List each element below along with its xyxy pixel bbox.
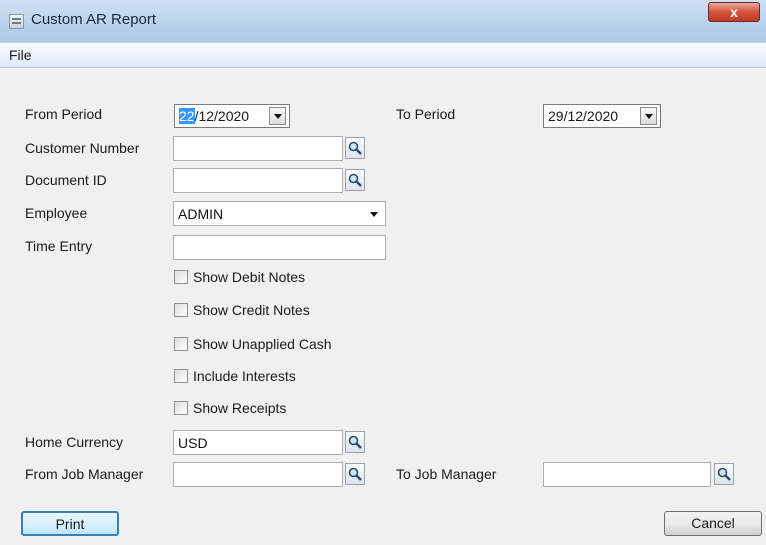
employee-value: ADMIN xyxy=(178,206,224,222)
magnifier-icon xyxy=(348,435,362,449)
employee-select[interactable]: ADMIN xyxy=(173,201,386,226)
to-period-label: To Period xyxy=(396,106,456,122)
close-button[interactable]: x xyxy=(708,2,760,22)
document-lookup-button[interactable] xyxy=(345,169,365,191)
magnifier-icon xyxy=(348,173,362,187)
checkbox-label: Show Receipts xyxy=(193,400,287,416)
from-job-manager-lookup-button[interactable] xyxy=(345,463,365,485)
to-period-value: 29/12/2020 xyxy=(548,108,619,124)
checkbox-box[interactable] xyxy=(174,337,188,351)
checkbox-label: Show Debit Notes xyxy=(193,269,306,285)
checkbox-box[interactable] xyxy=(174,303,188,317)
window-title: Custom AR Report xyxy=(31,11,157,28)
employee-label: Employee xyxy=(25,205,88,221)
magnifier-icon xyxy=(348,141,362,155)
report-icon xyxy=(9,14,24,29)
chevron-down-icon[interactable] xyxy=(269,107,286,125)
from-period-day: 22 xyxy=(179,108,195,124)
customer-number-input[interactable] xyxy=(173,136,343,161)
customer-lookup-button[interactable] xyxy=(345,137,365,159)
time-entry-input[interactable] xyxy=(173,235,386,260)
to-period-picker[interactable]: 29/12/2020 xyxy=(543,104,661,128)
cancel-button[interactable]: Cancel xyxy=(664,511,762,536)
menu-file[interactable]: File xyxy=(9,47,32,63)
from-period-picker[interactable]: 22/12/2020 xyxy=(174,104,290,128)
from-period-label: From Period xyxy=(25,106,103,122)
customer-number-label: Customer Number xyxy=(25,140,140,156)
from-period-rest: /12/2020 xyxy=(194,108,250,124)
to-job-manager-label: To Job Manager xyxy=(396,466,497,482)
checkbox-label: Show Unapplied Cash xyxy=(193,336,332,352)
magnifier-icon xyxy=(717,467,731,481)
print-button[interactable]: Print xyxy=(21,511,119,536)
currency-lookup-button[interactable] xyxy=(345,431,365,453)
checkbox-box[interactable] xyxy=(174,270,188,284)
chevron-down-icon[interactable] xyxy=(640,107,657,125)
home-currency-input[interactable]: USD xyxy=(173,430,343,455)
checkbox-label: Include Interests xyxy=(193,368,296,384)
title-bar: Custom AR Report x xyxy=(0,0,766,42)
magnifier-icon xyxy=(348,467,362,481)
from-job-manager-input[interactable] xyxy=(173,462,343,487)
menu-bar: File xyxy=(0,42,766,68)
from-job-manager-label: From Job Manager xyxy=(25,466,144,482)
chevron-down-icon[interactable] xyxy=(366,206,382,222)
document-id-label: Document ID xyxy=(25,172,107,188)
checkbox-label: Show Credit Notes xyxy=(193,302,310,318)
checkbox-box[interactable] xyxy=(174,369,188,383)
home-currency-label: Home Currency xyxy=(25,434,124,450)
checkbox-box[interactable] xyxy=(174,401,188,415)
time-entry-label: Time Entry xyxy=(25,238,93,254)
document-id-input[interactable] xyxy=(173,168,343,193)
to-job-manager-lookup-button[interactable] xyxy=(714,463,734,485)
to-job-manager-input[interactable] xyxy=(543,462,711,487)
